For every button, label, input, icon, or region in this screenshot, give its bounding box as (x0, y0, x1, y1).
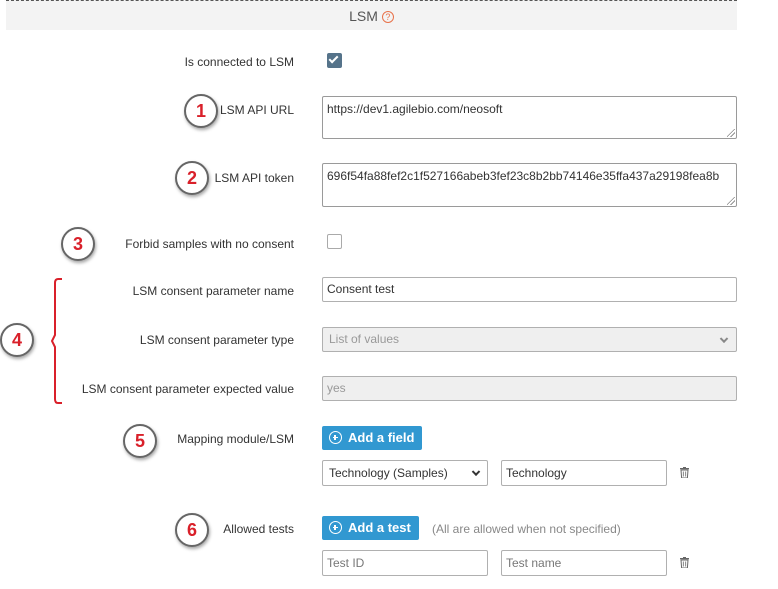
marker-6: 6 (175, 513, 209, 547)
api-url-label: LSM API URL (219, 103, 294, 117)
api-url-field[interactable]: https://dev1.agilebio.com/neosoft (322, 96, 737, 139)
section-title: LSM (349, 8, 378, 24)
add-field-label: Add a field (348, 430, 415, 445)
marker-1: 1 (184, 94, 218, 128)
consent-name-label: LSM consent parameter name (132, 284, 294, 298)
mapping-lsm-input[interactable]: Technology (501, 460, 667, 486)
chevron-down-icon (471, 467, 481, 477)
forbid-checkbox[interactable] (327, 234, 342, 249)
resize-handle-icon[interactable] (727, 129, 735, 137)
resize-handle-icon[interactable] (727, 197, 735, 205)
api-url-value: https://dev1.agilebio.com/neosoft (327, 102, 503, 116)
test-id-input[interactable]: Test ID (322, 550, 488, 576)
connected-label: Is connected to LSM (184, 55, 294, 69)
tests-label: Allowed tests (223, 522, 294, 536)
connected-checkbox[interactable] (327, 53, 342, 68)
test-name-input[interactable]: Test name (501, 550, 667, 576)
consent-name-input[interactable]: Consent test (322, 277, 737, 302)
help-icon[interactable]: ? (381, 11, 394, 23)
trash-icon[interactable] (680, 467, 689, 478)
trash-icon[interactable] (680, 557, 689, 568)
mapping-module-select[interactable]: Technology (Samples) (322, 460, 488, 486)
tests-hint: (All are allowed when not specified) (432, 522, 621, 536)
api-token-field[interactable]: 696f54fa88fef2c1f527166abeb3fef23c8b2bb7… (322, 163, 737, 207)
add-test-label: Add a test (348, 520, 411, 535)
chevron-down-icon (719, 334, 729, 343)
consent-expected-label: LSM consent parameter expected value (81, 382, 294, 396)
api-token-value: 696f54fa88fef2c1f527166abeb3fef23c8b2bb7… (327, 169, 720, 183)
consent-type-label: LSM consent parameter type (139, 333, 294, 347)
consent-expected-input[interactable]: yes (322, 376, 737, 401)
mapping-module-value: Technology (Samples) (329, 466, 448, 480)
api-token-label: LSM API token (214, 171, 294, 185)
consent-type-select[interactable]: List of values (322, 327, 737, 352)
plus-circle-icon (329, 521, 342, 534)
marker-4: 4 (0, 323, 34, 357)
check-icon (328, 53, 339, 64)
mapping-label: Mapping module/LSM (177, 432, 294, 446)
marker-2: 2 (175, 161, 209, 195)
section-header: LSM? (6, 0, 737, 30)
add-field-button[interactable]: Add a field (322, 426, 423, 450)
plus-circle-icon (329, 431, 342, 444)
marker-3: 3 (61, 227, 95, 261)
bracket-icon (51, 278, 62, 404)
forbid-label: Forbid samples with no consent (125, 237, 294, 251)
add-test-button[interactable]: Add a test (322, 516, 419, 540)
marker-5: 5 (123, 424, 157, 458)
consent-type-value: List of values (329, 332, 400, 346)
